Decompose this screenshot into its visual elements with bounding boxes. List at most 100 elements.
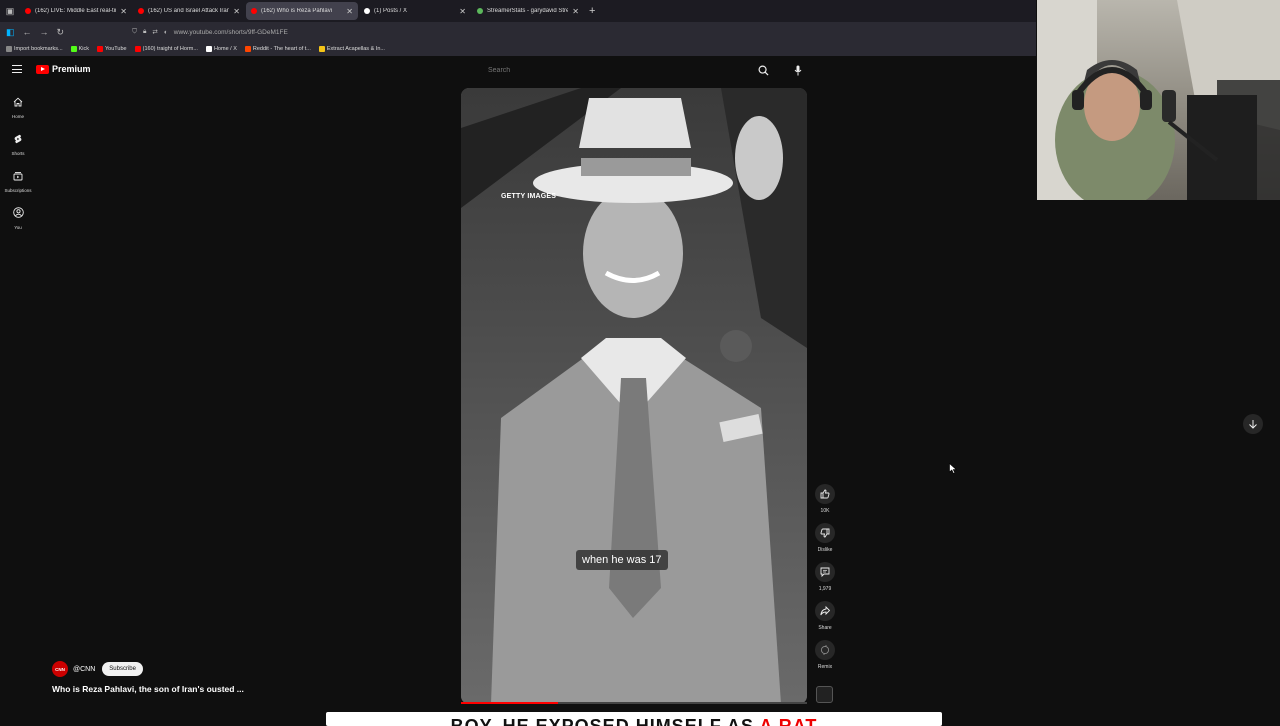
sidebar-item-label: Shorts [11,151,25,156]
sidebar-item-label: Subscriptions [4,188,32,193]
youtube-sidebar: Home Shorts Subscriptions You [0,86,36,234]
channel-avatar[interactable]: CNN [52,661,68,677]
tab-favicon-icon [25,8,31,14]
browser-tab[interactable]: (162) Who is Reza Pahlavi ✕ [246,2,358,20]
bookmark-favicon-icon [134,46,141,52]
remix-button[interactable] [815,640,835,660]
voice-search-button[interactable] [788,60,808,80]
bookmark-favicon-icon [318,46,325,52]
search-box [482,60,779,80]
audio-source-thumbnail[interactable] [816,686,833,703]
tab-close-icon[interactable]: ✕ [120,7,127,16]
remix-icon [820,645,830,655]
comment-icon [820,567,830,577]
bookmark-label: (160) traight of Horm... [142,46,198,52]
reload-icon[interactable]: ↻ [57,27,65,38]
video-progress-bar[interactable] [461,702,807,704]
browser-tab[interactable]: (162) LIVE: Middle East real-tim ✕ [20,2,132,20]
tab-title: StreamerStats - garydavid Strea [487,8,569,14]
sidebar-toggle-icon[interactable]: ◧ [6,27,15,38]
bookmark-label: Kick [78,46,89,52]
forward-icon[interactable]: → [40,27,49,37]
short-video-player[interactable] [461,88,807,704]
like-action[interactable]: 10K [812,484,838,523]
webcam-overlay [1037,0,1280,200]
tab-title: (162) LIVE: Middle East real-tim [35,8,117,14]
you-icon [12,205,24,223]
subscriptions-icon [13,168,23,186]
arrow-down-icon [1249,420,1257,429]
youtube-play-icon [36,64,49,74]
video-title[interactable]: Who is Reza Pahlavi, the son of Iran's o… [52,684,244,694]
thumbs-down-icon [820,528,830,538]
video-progress-fill [461,702,558,704]
tab-title: (162) Who is Reza Pahlavi [261,8,333,14]
share-button[interactable] [815,601,835,621]
video-caption: when he was 17 [576,550,668,570]
browser-tab[interactable]: (1) Posts / X ✕ [359,2,471,20]
dislike-label: Dislike [817,547,833,553]
bookmark-label: Home / X [213,46,237,52]
tab-close-icon[interactable]: ✕ [233,7,240,16]
bookmark-label: Import bookmarks... [14,46,63,52]
getty-watermark: GETTY IMAGES [501,193,557,200]
tab-close-icon[interactable]: ✕ [459,7,466,16]
thumbs-up-icon [820,489,830,499]
youtube-logo[interactable]: Premium [36,64,91,74]
shield-icon[interactable]: ⛉ [132,28,137,36]
like-count: 10K [820,508,830,514]
share-action[interactable]: Share [812,601,838,640]
bookmark-item[interactable]: YouTube [97,46,127,52]
bookmark-item[interactable]: Reddit - The heart of t... [244,46,311,52]
sidebar-item-subscriptions[interactable]: Subscriptions [0,160,36,197]
share-icon [820,606,830,616]
remix-label: Remix [817,664,833,670]
share-label: Share [818,625,832,631]
sidebar-item-label: Home [11,114,24,119]
youtube-header: Premium [0,56,1036,86]
back-icon[interactable]: ← [23,27,32,37]
bookmark-item[interactable]: Extract Acapellas & In... [318,46,385,52]
logo-premium-text: Premium [52,64,91,74]
dislike-button[interactable] [815,523,835,543]
sidebar-item-home[interactable]: Home [0,86,36,123]
new-tab-button[interactable]: + [589,5,595,17]
tab-list-icon[interactable]: ▣ [0,0,20,22]
bookmark-item[interactable]: Home / X [205,46,237,52]
search-button[interactable] [748,60,779,80]
url-bar[interactable]: ⛉ 🔒︎ ⇄ ◐ www.youtube.com/shorts/9ff-GDeM… [132,24,982,40]
url-text: www.youtube.com/shorts/9ff-GDeM1FE [173,28,288,36]
channel-handle[interactable]: @CNN [73,666,95,673]
bookmark-label: Extract Acapellas & In... [326,46,385,52]
audio-icon[interactable]: ◐ [164,29,168,36]
sidebar-item-you[interactable]: You [0,197,36,234]
lock-icon: 🔒︎ [142,28,147,35]
home-icon [13,94,23,112]
menu-icon[interactable] [12,65,22,73]
tab-favicon-icon [477,8,483,14]
like-button[interactable] [815,484,835,504]
bookmark-item[interactable]: (160) traight of Horm... [134,46,198,52]
bookmark-item[interactable]: Kick [70,46,89,52]
bookmark-favicon-icon [70,46,77,52]
browser-tab[interactable]: (162) US and Israel Attack Iran ✕ [133,2,245,20]
next-short-button[interactable] [1243,414,1263,434]
tab-favicon-icon [364,8,370,14]
subscribe-button[interactable]: Subscribe [102,662,143,676]
remix-action[interactable]: Remix [812,640,838,679]
comment-count: 1,979 [818,586,832,592]
browser-tab[interactable]: StreamerStats - garydavid Strea ✕ [472,2,584,20]
bookmark-item[interactable]: Import bookmarks... [6,46,63,52]
tab-title: (1) Posts / X [374,8,408,14]
sidebar-item-shorts[interactable]: Shorts [0,123,36,160]
bookmarks-bar: Import bookmarks... Kick YouTube (160) trai… [0,42,1036,56]
comments-action[interactable]: 1,979 [812,562,838,601]
bookmark-favicon-icon [97,46,103,52]
search-input[interactable] [482,60,748,80]
tab-close-icon[interactable]: ✕ [572,7,579,16]
permissions-icon[interactable]: ⇄ [152,28,157,36]
comments-button[interactable] [815,562,835,582]
dislike-action[interactable]: Dislike [812,523,838,562]
tab-close-icon[interactable]: ✕ [346,7,353,16]
tab-favicon-icon [251,8,257,14]
